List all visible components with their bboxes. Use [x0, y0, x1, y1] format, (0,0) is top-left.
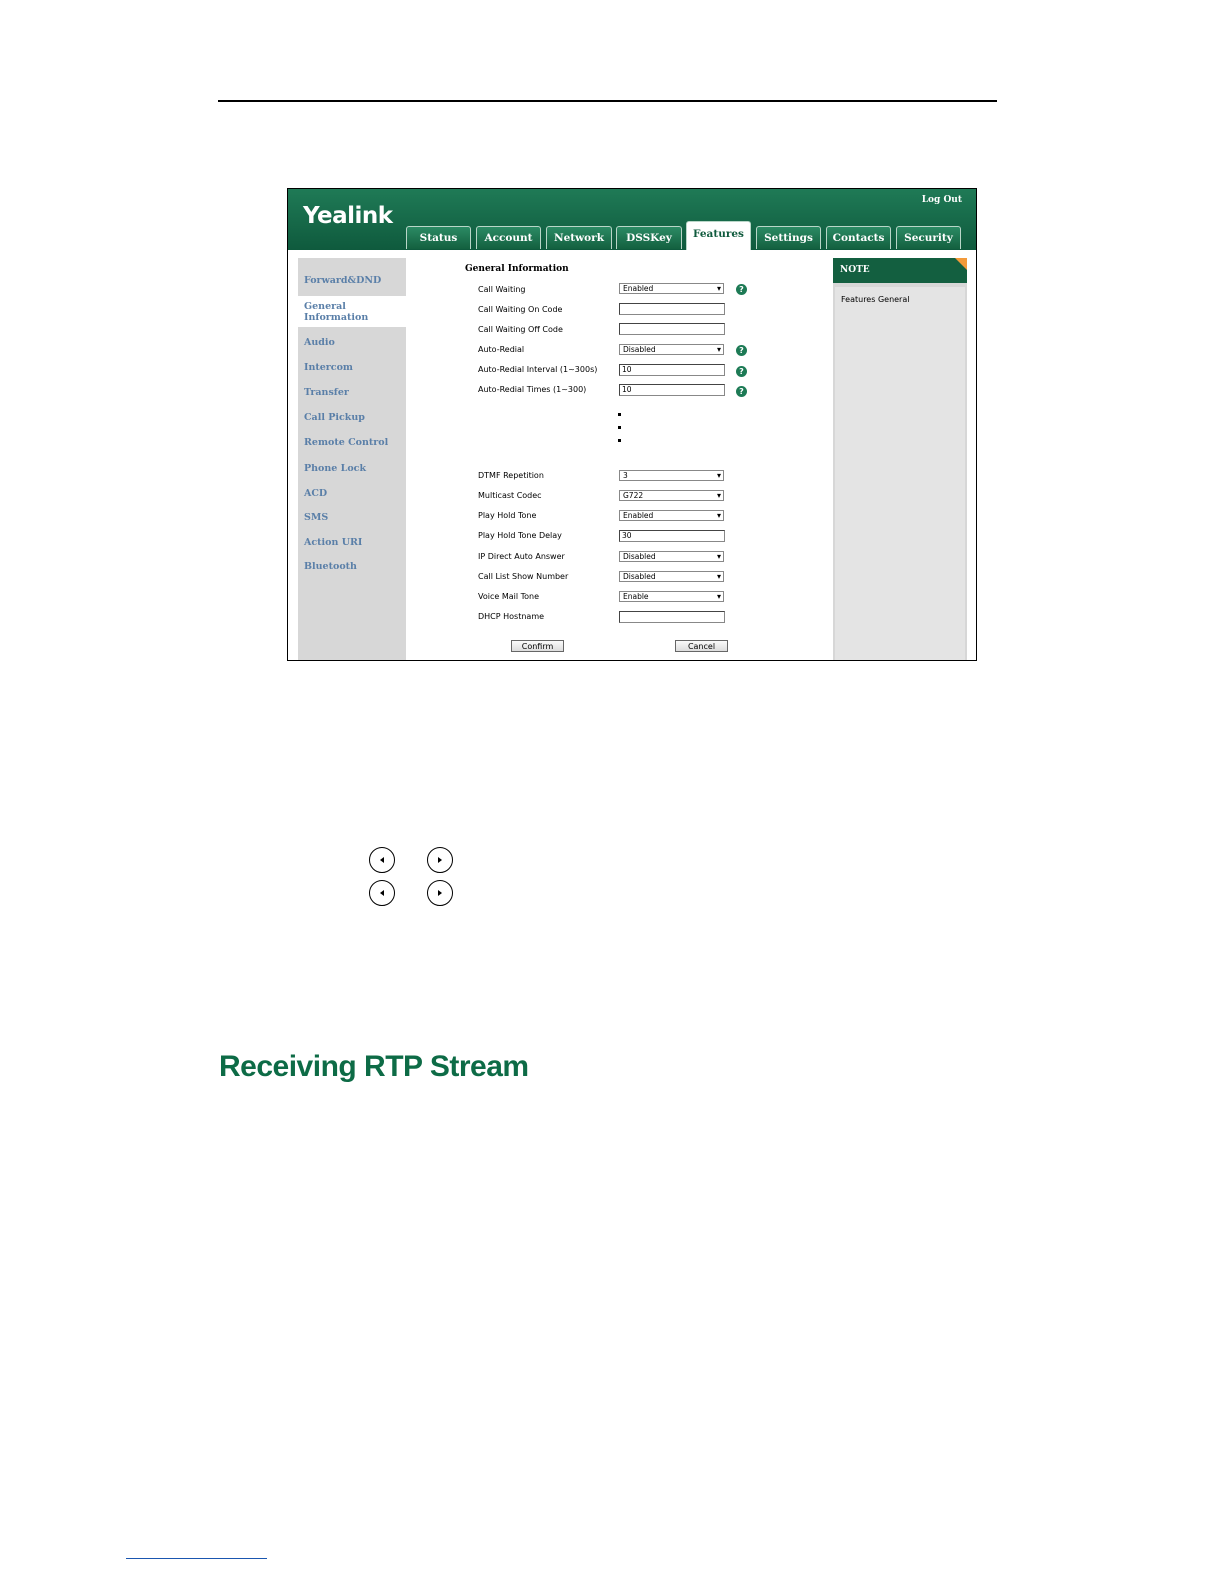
ip-direct-auto-answer-label: IP Direct Auto Answer: [478, 552, 565, 561]
auto-redial-select[interactable]: Disabled: [619, 344, 724, 355]
voice-mail-tone-label: Voice Mail Tone: [478, 592, 540, 601]
call-waiting-label: Call Waiting: [478, 285, 526, 294]
sidebar-item-bluetooth[interactable]: Bluetooth: [304, 561, 357, 572]
ip-direct-auto-answer-select[interactable]: Disabled: [619, 551, 724, 562]
logout-link[interactable]: Log Out: [922, 195, 962, 205]
tab-security[interactable]: Security: [896, 226, 961, 249]
play-hold-tone-delay-label: Play Hold Tone Delay: [478, 531, 562, 540]
header-rule: [218, 100, 997, 102]
tab-status[interactable]: Status: [406, 226, 471, 249]
call-list-show-number-label: Call List Show Number: [478, 572, 569, 581]
left-navigation-key-icon: [369, 847, 395, 873]
note-title: NOTE: [833, 258, 967, 283]
note-text: Features General: [841, 295, 910, 304]
sidebar-item-remote-control[interactable]: Remote Control: [304, 437, 388, 448]
help-icon[interactable]: ?: [736, 284, 747, 295]
auto-redial-times-label: Auto-Redial Times (1~300): [478, 385, 587, 394]
ellipsis-dot: [618, 413, 621, 416]
sidebar-item-transfer[interactable]: Transfer: [304, 387, 349, 398]
dtmf-repetition-label: DTMF Repetition: [478, 471, 544, 480]
auto-redial-interval-label: Auto-Redial Interval (1~300s): [478, 365, 598, 374]
section-heading: Receiving RTP Stream: [219, 1050, 529, 1083]
ellipsis-dot: [618, 439, 621, 442]
page-content: Forward&DND General Information Audio In…: [288, 250, 976, 660]
footer-rule: [126, 1558, 267, 1559]
help-icon[interactable]: ?: [736, 386, 747, 397]
note-body: Features General: [835, 287, 965, 660]
sidebar-item-action-uri[interactable]: Action URI: [304, 537, 362, 548]
right-navigation-key-icon: [427, 847, 453, 873]
call-waiting-off-code-input[interactable]: [619, 323, 725, 335]
dhcp-hostname-input[interactable]: [619, 611, 725, 623]
note-corner-icon: [955, 258, 967, 270]
play-hold-tone-label: Play Hold Tone: [478, 511, 537, 520]
confirm-button[interactable]: Confirm: [511, 640, 564, 652]
sidebar-item-label: General: [304, 301, 346, 312]
play-hold-tone-delay-input[interactable]: 30: [619, 530, 725, 542]
auto-redial-times-input[interactable]: 10: [619, 384, 725, 396]
auto-redial-interval-input[interactable]: 10: [619, 364, 725, 376]
cancel-button[interactable]: Cancel: [675, 640, 728, 652]
call-waiting-on-code-label: Call Waiting On Code: [478, 305, 563, 314]
form-title: General Information: [465, 264, 569, 274]
help-icon[interactable]: ?: [736, 366, 747, 377]
call-waiting-select[interactable]: Enabled: [619, 283, 724, 294]
sidebar-item-acd[interactable]: ACD: [304, 488, 327, 499]
auto-redial-label: Auto-Redial: [478, 345, 525, 354]
sidebar-item-phone-lock[interactable]: Phone Lock: [304, 463, 366, 474]
sidebar-item-label: Information: [304, 312, 369, 323]
multicast-codec-label: Multicast Codec: [478, 491, 542, 500]
sidebar-item-intercom[interactable]: Intercom: [304, 362, 353, 373]
dhcp-hostname-label: DHCP Hostname: [478, 612, 545, 621]
tab-account[interactable]: Account: [476, 226, 541, 249]
sidebar-item-call-pickup[interactable]: Call Pickup: [304, 412, 365, 423]
tab-network[interactable]: Network: [546, 226, 612, 249]
yealink-logo: Yealink: [303, 203, 393, 229]
multicast-codec-select[interactable]: G722: [619, 490, 724, 501]
tab-dsskey[interactable]: DSSKey: [616, 226, 682, 249]
call-waiting-on-code-input[interactable]: [619, 303, 725, 315]
tab-settings[interactable]: Settings: [756, 226, 821, 249]
call-list-show-number-select[interactable]: Disabled: [619, 571, 724, 582]
help-icon[interactable]: ?: [736, 345, 747, 356]
tab-features[interactable]: Features: [686, 221, 751, 250]
ellipsis-dot: [618, 426, 621, 429]
web-ui-screenshot: Yealink Log Out Status Account Network D…: [287, 188, 977, 661]
dtmf-repetition-select[interactable]: 3: [619, 470, 724, 481]
sidebar-item-general-information[interactable]: General Information: [304, 301, 368, 323]
right-navigation-key-icon: [427, 880, 453, 906]
tab-contacts[interactable]: Contacts: [826, 226, 891, 249]
note-panel: NOTE Features General: [833, 258, 967, 660]
play-hold-tone-select[interactable]: Enabled: [619, 510, 724, 521]
sidebar-item-audio[interactable]: Audio: [304, 337, 335, 348]
top-banner: Yealink Log Out Status Account Network D…: [288, 189, 976, 250]
left-navigation-key-icon: [369, 880, 395, 906]
call-waiting-off-code-label: Call Waiting Off Code: [478, 325, 563, 334]
sidebar-item-forward-dnd[interactable]: Forward&DND: [304, 275, 381, 286]
sidebar-item-sms[interactable]: SMS: [304, 512, 328, 523]
voice-mail-tone-select[interactable]: Enable: [619, 591, 724, 602]
